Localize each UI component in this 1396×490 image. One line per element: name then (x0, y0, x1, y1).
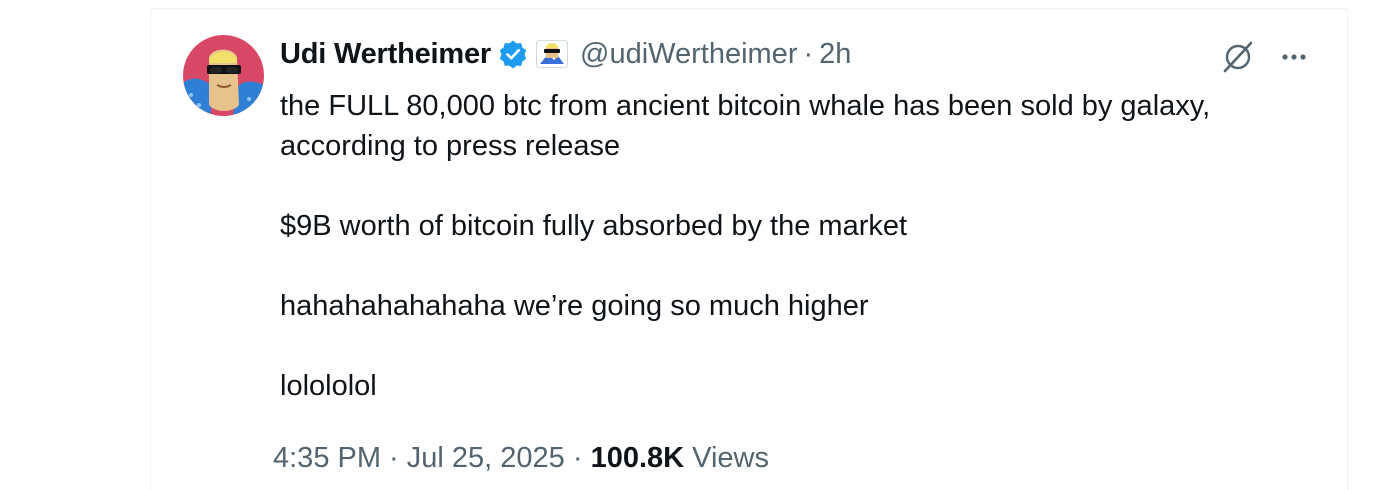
tweet-column: Udi Wertheimer @udiWertheimer · 2h the F… (150, 8, 1348, 490)
tweet-timestamp[interactable]: 4:35 PM · Jul 25, 2025 (273, 442, 565, 474)
views-count: 100.8K (590, 442, 685, 474)
tweet-line: lolololol (280, 370, 377, 402)
avatar-image (183, 35, 264, 116)
affiliate-badge-icon[interactable] (536, 40, 568, 68)
relative-time[interactable]: 2h (819, 38, 851, 71)
tweet-meta: 4:35 PM · Jul 25, 2025 · 100.8K Views (273, 442, 769, 475)
meta-separator: · (572, 442, 583, 474)
verified-badge-icon (498, 39, 528, 69)
tweet-line: the FULL 80,000 btc from ancient bitcoin… (280, 90, 1211, 122)
header-actions (1221, 40, 1311, 74)
views-label: Views (692, 442, 770, 474)
author-handle[interactable]: @udiWertheimer (580, 38, 797, 71)
tweet-line: according to press release (280, 130, 621, 162)
page: Udi Wertheimer @udiWertheimer · 2h the F… (0, 0, 1396, 490)
header-separator: · (803, 37, 814, 70)
more-options-icon[interactable] (1277, 40, 1311, 74)
tweet-text: the FULL 80,000 btc from ancient bitcoin… (280, 86, 1320, 406)
tweet-line: $9B worth of bitcoin fully absorbed by t… (280, 210, 908, 242)
avatar[interactable] (183, 35, 264, 116)
tweet-line: hahahahahahaha we’re going so much highe… (280, 290, 869, 322)
author-name[interactable]: Udi Wertheimer (280, 38, 491, 71)
tweet-header: Udi Wertheimer @udiWertheimer · 2h (280, 36, 851, 72)
grok-icon[interactable] (1221, 40, 1255, 74)
